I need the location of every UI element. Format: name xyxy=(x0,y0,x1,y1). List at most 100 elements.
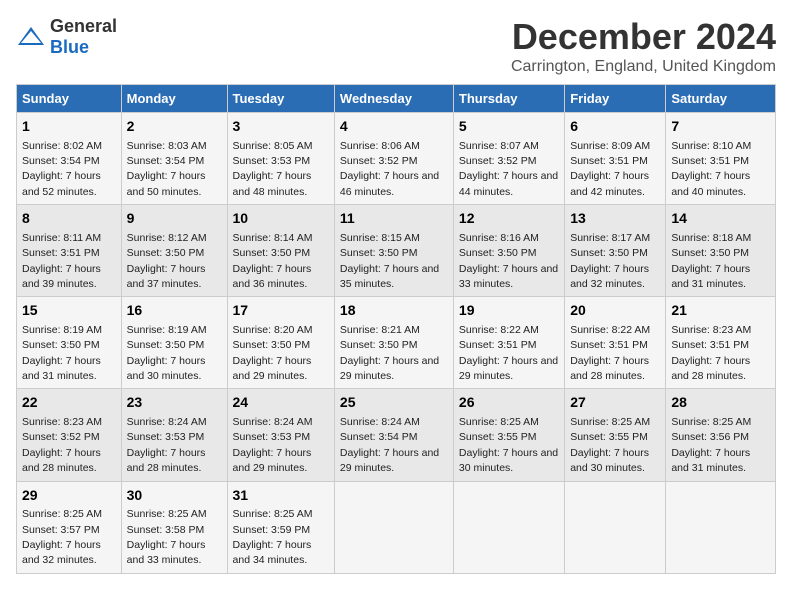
logo: General Blue xyxy=(16,16,117,58)
calendar-cell-5-5 xyxy=(453,481,564,573)
day-number: 16 xyxy=(127,301,222,321)
calendar-cell-4-3: 24Sunrise: 8:24 AMSunset: 3:53 PMDayligh… xyxy=(227,389,334,481)
header-row: Sunday Monday Tuesday Wednesday Thursday… xyxy=(17,85,776,113)
calendar-cell-5-1: 29Sunrise: 8:25 AMSunset: 3:57 PMDayligh… xyxy=(17,481,122,573)
calendar-cell-3-2: 16 Sunrise: 8:19 AMSunset: 3:50 PMDayligh… xyxy=(121,297,227,389)
day-sunrise: Sunrise: 8:25 AMSunset: 3:59 PMDaylight:… xyxy=(233,508,313,566)
calendar-cell-4-5: 26Sunrise: 8:25 AMSunset: 3:55 PMDayligh… xyxy=(453,389,564,481)
day-number: 22 xyxy=(22,393,116,413)
day-sunrise: Sunrise: 8:25 AMSunset: 3:56 PMDaylight:… xyxy=(671,416,751,474)
calendar-cell-3-6: 20Sunrise: 8:22 AMSunset: 3:51 PMDayligh… xyxy=(565,297,666,389)
title-section: December 2024 Carrington, England, Unite… xyxy=(511,16,776,76)
calendar-cell-2-5: 12 Sunrise: 8:16 AMSunset: 3:50 PMDayligh… xyxy=(453,205,564,297)
day-sunrise: Sunrise: 8:06 AMSunset: 3:52 PMDaylight:… xyxy=(340,140,439,198)
calendar-cell-2-7: 14 Sunrise: 8:18 AMSunset: 3:50 PMDayligh… xyxy=(666,205,776,297)
calendar-cell-1-2: 2Sunrise: 8:03 AMSunset: 3:54 PMDaylight… xyxy=(121,113,227,205)
calendar-table: Sunday Monday Tuesday Wednesday Thursday… xyxy=(16,84,776,574)
calendar-cell-3-5: 19Sunrise: 8:22 AMSunset: 3:51 PMDayligh… xyxy=(453,297,564,389)
calendar-cell-2-4: 11Sunrise: 8:15 AMSunset: 3:50 PMDayligh… xyxy=(334,205,453,297)
calendar-week-5: 29Sunrise: 8:25 AMSunset: 3:57 PMDayligh… xyxy=(17,481,776,573)
day-sunrise: Sunrise: 8:25 AMSunset: 3:55 PMDaylight:… xyxy=(570,416,650,474)
day-number: 12 xyxy=(459,209,559,229)
day-sunrise: Sunrise: 8:22 AMSunset: 3:51 PMDaylight:… xyxy=(459,324,558,382)
day-sunrise: Sunrise: 8:19 AMSunset: 3:50 PMDaylight:… xyxy=(127,324,207,382)
day-sunrise: Sunrise: 8:18 AMSunset: 3:50 PMDaylight:… xyxy=(671,232,751,290)
day-sunrise: Sunrise: 8:24 AMSunset: 3:53 PMDaylight:… xyxy=(233,416,313,474)
day-sunrise: Sunrise: 8:22 AMSunset: 3:51 PMDaylight:… xyxy=(570,324,650,382)
day-sunrise: Sunrise: 8:11 AMSunset: 3:51 PMDaylight:… xyxy=(22,232,101,290)
calendar-cell-1-6: 6 Sunrise: 8:09 AMSunset: 3:51 PMDaylight… xyxy=(565,113,666,205)
calendar-cell-2-1: 8 Sunrise: 8:11 AMSunset: 3:51 PMDaylight… xyxy=(17,205,122,297)
day-number: 21 xyxy=(671,301,770,321)
calendar-cell-2-2: 9 Sunrise: 8:12 AMSunset: 3:50 PMDaylight… xyxy=(121,205,227,297)
day-number: 30 xyxy=(127,486,222,506)
day-sunrise: Sunrise: 8:17 AMSunset: 3:50 PMDaylight:… xyxy=(570,232,650,290)
day-number: 2 xyxy=(127,117,222,137)
day-number: 7 xyxy=(671,117,770,137)
day-number: 17 xyxy=(233,301,329,321)
day-sunrise: Sunrise: 8:10 AMSunset: 3:51 PMDaylight:… xyxy=(671,140,751,198)
logo-blue: Blue xyxy=(50,37,89,57)
calendar-week-2: 8 Sunrise: 8:11 AMSunset: 3:51 PMDaylight… xyxy=(17,205,776,297)
header-thursday: Thursday xyxy=(453,85,564,113)
day-sunrise: Sunrise: 8:24 AMSunset: 3:54 PMDaylight:… xyxy=(340,416,439,474)
day-number: 6 xyxy=(570,117,660,137)
calendar-cell-1-1: 1 Sunrise: 8:02 AMSunset: 3:54 PMDaylight… xyxy=(17,113,122,205)
day-sunrise: Sunrise: 8:05 AMSunset: 3:53 PMDaylight:… xyxy=(233,140,313,198)
day-sunrise: Sunrise: 8:12 AMSunset: 3:50 PMDaylight:… xyxy=(127,232,207,290)
day-sunrise: Sunrise: 8:14 AMSunset: 3:50 PMDaylight:… xyxy=(233,232,313,290)
calendar-cell-3-4: 18Sunrise: 8:21 AMSunset: 3:50 PMDayligh… xyxy=(334,297,453,389)
day-number: 15 xyxy=(22,301,116,321)
page-title: December 2024 xyxy=(511,16,776,58)
calendar-week-1: 1 Sunrise: 8:02 AMSunset: 3:54 PMDaylight… xyxy=(17,113,776,205)
day-number: 23 xyxy=(127,393,222,413)
day-sunrise: Sunrise: 8:25 AMSunset: 3:57 PMDaylight:… xyxy=(22,508,102,566)
calendar-cell-5-4 xyxy=(334,481,453,573)
calendar-cell-3-3: 17 Sunrise: 8:20 AMSunset: 3:50 PMDayligh… xyxy=(227,297,334,389)
header-monday: Monday xyxy=(121,85,227,113)
calendar-cell-1-5: 5Sunrise: 8:07 AMSunset: 3:52 PMDaylight… xyxy=(453,113,564,205)
day-number: 13 xyxy=(570,209,660,229)
day-number: 5 xyxy=(459,117,559,137)
calendar-week-4: 22 Sunrise: 8:23 AMSunset: 3:52 PMDayligh… xyxy=(17,389,776,481)
calendar-cell-5-6 xyxy=(565,481,666,573)
day-sunrise: Sunrise: 8:24 AMSunset: 3:53 PMDaylight:… xyxy=(127,416,207,474)
day-number: 10 xyxy=(233,209,329,229)
header-friday: Friday xyxy=(565,85,666,113)
calendar-cell-4-1: 22 Sunrise: 8:23 AMSunset: 3:52 PMDayligh… xyxy=(17,389,122,481)
day-number: 1 xyxy=(22,117,116,137)
day-sunrise: Sunrise: 8:23 AMSunset: 3:51 PMDaylight:… xyxy=(671,324,751,382)
calendar-cell-4-7: 28Sunrise: 8:25 AMSunset: 3:56 PMDayligh… xyxy=(666,389,776,481)
day-number: 11 xyxy=(340,209,448,229)
day-number: 14 xyxy=(671,209,770,229)
header-tuesday: Tuesday xyxy=(227,85,334,113)
calendar-cell-4-2: 23 Sunrise: 8:24 AMSunset: 3:53 PMDayligh… xyxy=(121,389,227,481)
day-sunrise: Sunrise: 8:23 AMSunset: 3:52 PMDaylight:… xyxy=(22,416,102,474)
day-sunrise: Sunrise: 8:20 AMSunset: 3:50 PMDaylight:… xyxy=(233,324,313,382)
day-number: 27 xyxy=(570,393,660,413)
day-sunrise: Sunrise: 8:02 AMSunset: 3:54 PMDaylight:… xyxy=(22,140,102,198)
day-number: 3 xyxy=(233,117,329,137)
calendar-cell-5-7 xyxy=(666,481,776,573)
header-wednesday: Wednesday xyxy=(334,85,453,113)
day-sunrise: Sunrise: 8:09 AMSunset: 3:51 PMDaylight:… xyxy=(570,140,650,198)
day-number: 26 xyxy=(459,393,559,413)
calendar-cell-5-3: 31Sunrise: 8:25 AMSunset: 3:59 PMDayligh… xyxy=(227,481,334,573)
day-number: 9 xyxy=(127,209,222,229)
logo-general: General xyxy=(50,16,117,36)
day-number: 8 xyxy=(22,209,116,229)
day-sunrise: Sunrise: 8:16 AMSunset: 3:50 PMDaylight:… xyxy=(459,232,558,290)
calendar-cell-3-7: 21 Sunrise: 8:23 AMSunset: 3:51 PMDayligh… xyxy=(666,297,776,389)
calendar-cell-2-3: 10 Sunrise: 8:14 AMSunset: 3:50 PMDayligh… xyxy=(227,205,334,297)
header-sunday: Sunday xyxy=(17,85,122,113)
calendar-cell-5-2: 30Sunrise: 8:25 AMSunset: 3:58 PMDayligh… xyxy=(121,481,227,573)
calendar-cell-1-3: 3 Sunrise: 8:05 AMSunset: 3:53 PMDaylight… xyxy=(227,113,334,205)
calendar-week-3: 15 Sunrise: 8:19 AMSunset: 3:50 PMDayligh… xyxy=(17,297,776,389)
calendar-cell-1-4: 4 Sunrise: 8:06 AMSunset: 3:52 PMDaylight… xyxy=(334,113,453,205)
day-number: 25 xyxy=(340,393,448,413)
page-subtitle: Carrington, England, United Kingdom xyxy=(511,58,776,76)
calendar-cell-4-4: 25 Sunrise: 8:24 AMSunset: 3:54 PMDayligh… xyxy=(334,389,453,481)
header-saturday: Saturday xyxy=(666,85,776,113)
day-number: 4 xyxy=(340,117,448,137)
logo-text: General Blue xyxy=(50,16,117,58)
